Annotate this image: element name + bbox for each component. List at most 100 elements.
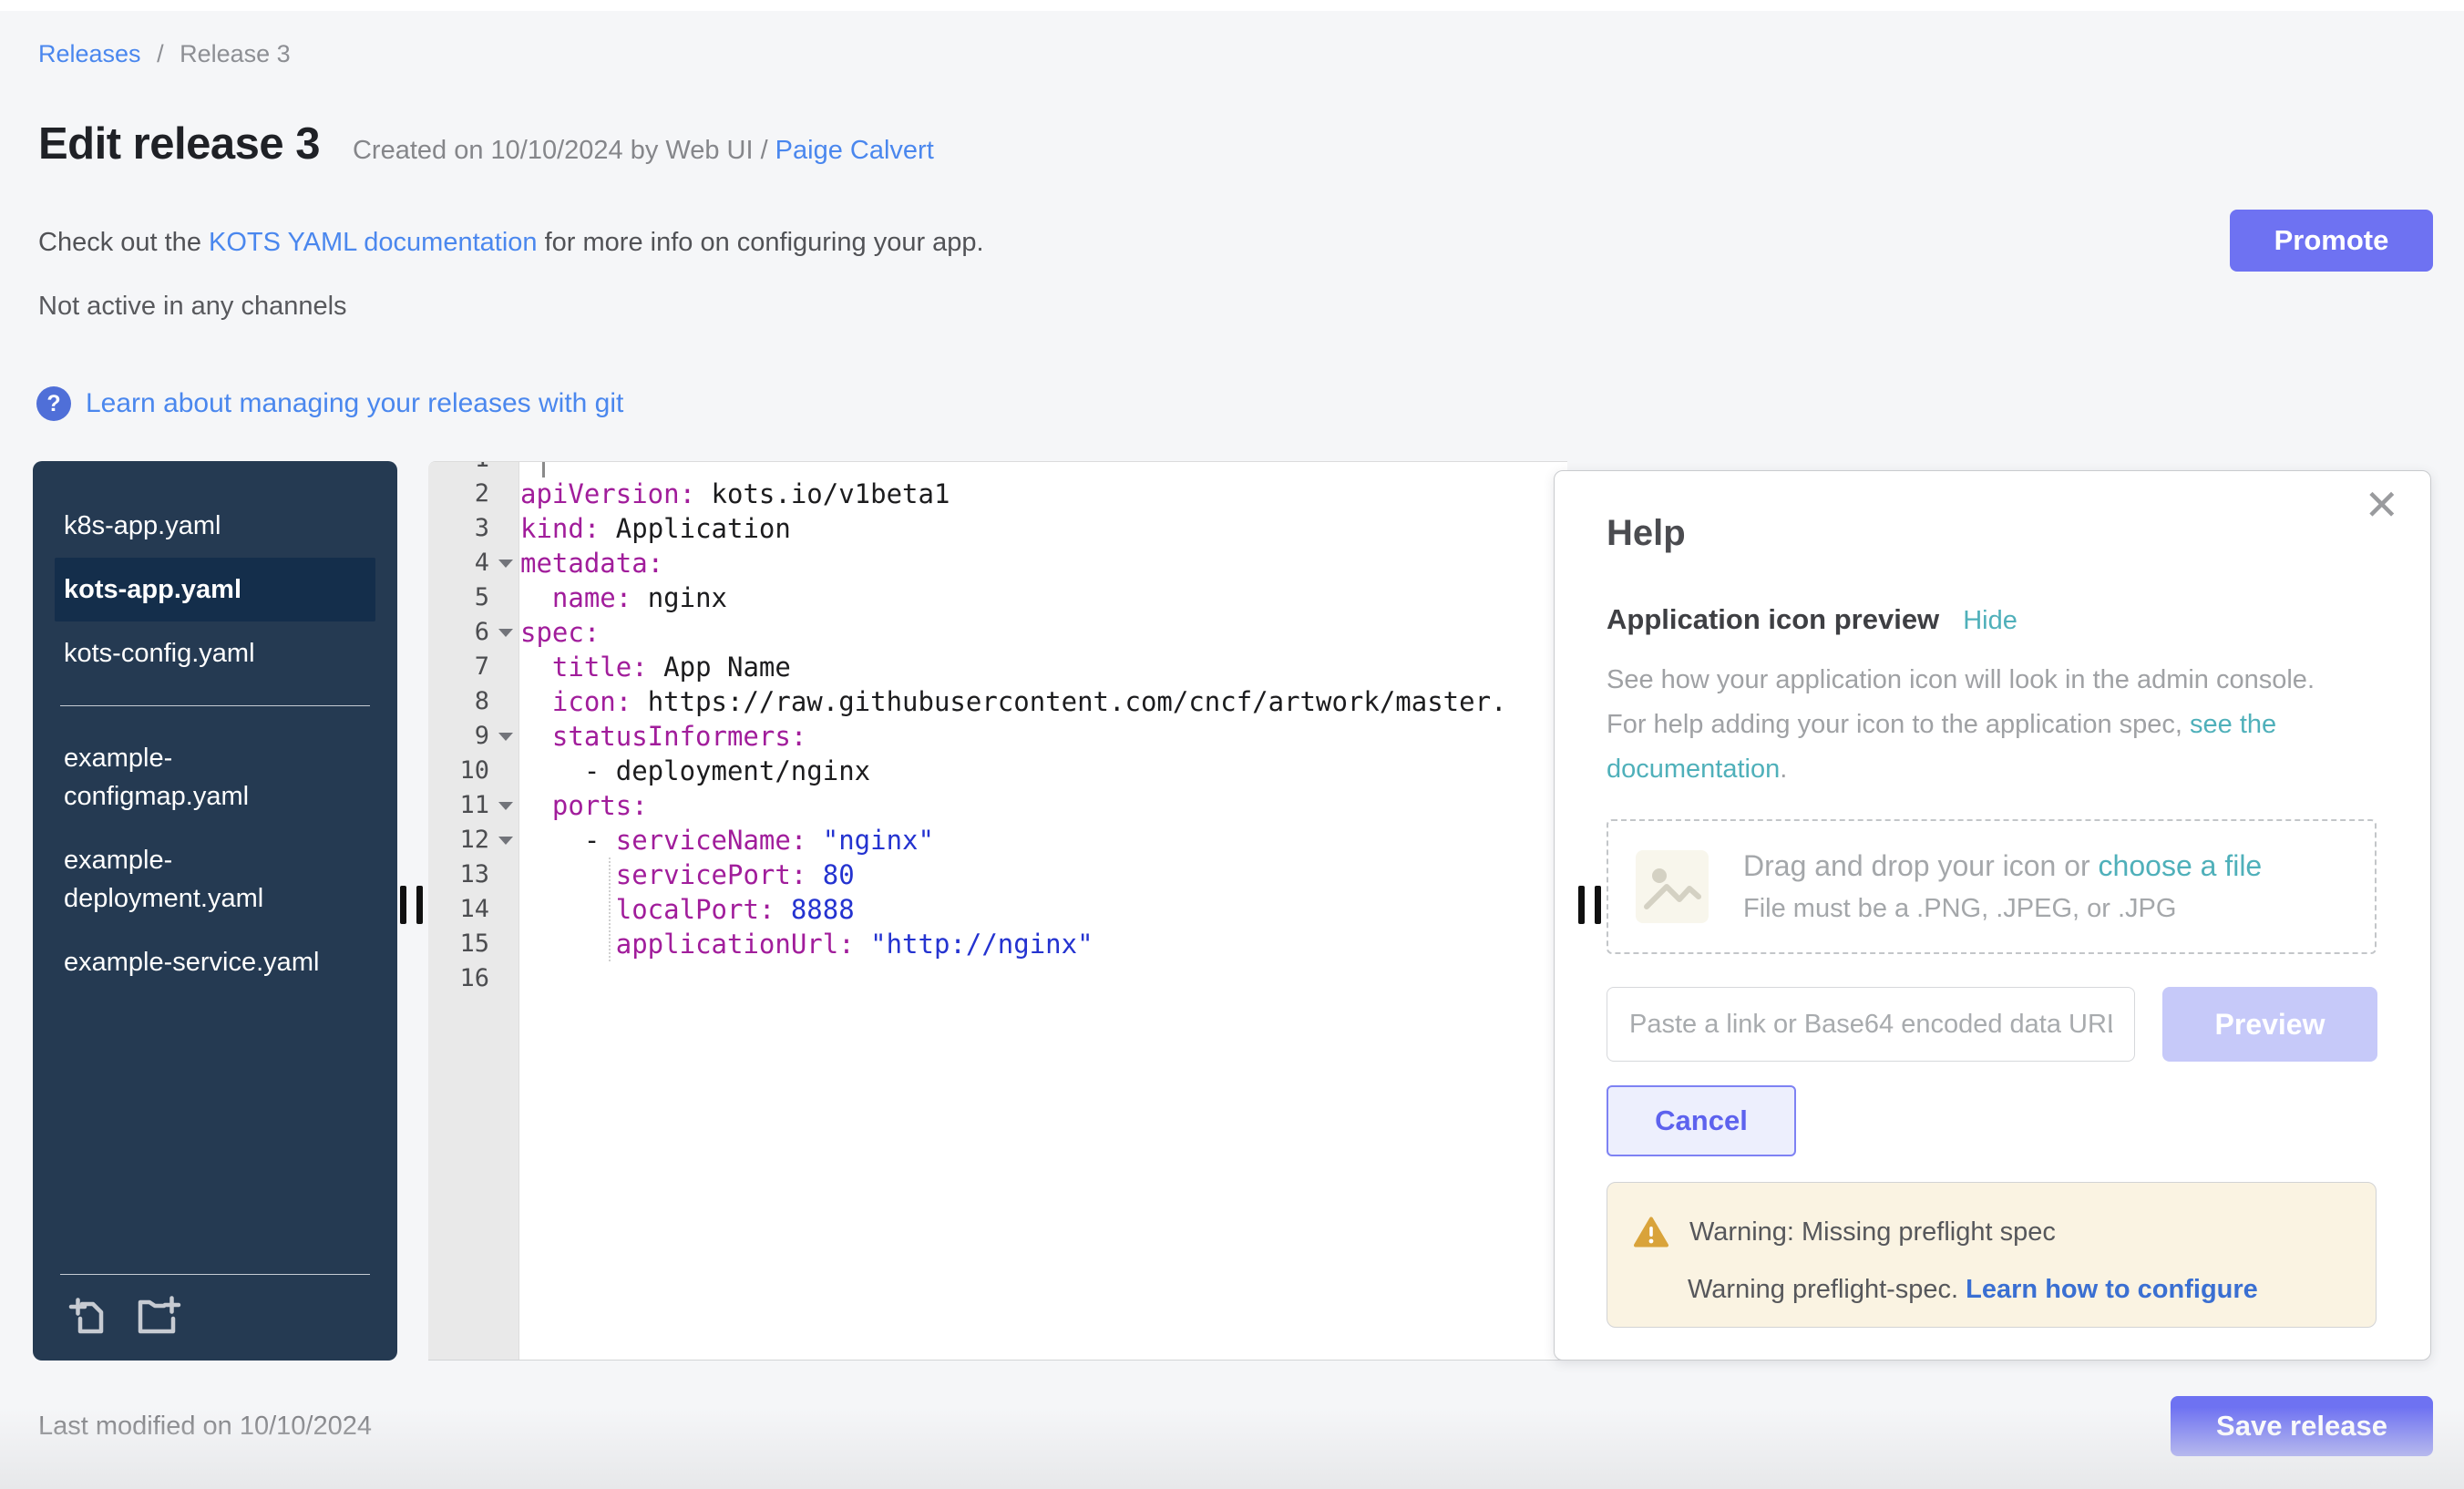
docs-line-before: Check out the (38, 228, 209, 257)
indent-guide (609, 857, 611, 961)
author-link[interactable]: Paige Calvert (775, 136, 934, 165)
file-list-divider (60, 705, 370, 706)
add-file-icon[interactable] (67, 1295, 111, 1339)
breadcrumb: Releases / Release 3 (38, 40, 291, 68)
code-line: name: nginx (520, 580, 1567, 615)
title-row: Edit release 3 Created on 10/10/2024 by … (38, 118, 934, 169)
icon-preview-description: See how your application icon will look … (1607, 658, 2325, 792)
last-modified-text: Last modified on 10/10/2024 (38, 1412, 372, 1442)
icon-url-row: Preview (1607, 987, 2377, 1062)
preflight-warning-box: Warning: Missing preflight spec Warning … (1607, 1182, 2377, 1328)
created-text: Created on 10/10/2024 by Web UI / (353, 136, 768, 165)
line-number: 3 (428, 511, 518, 546)
git-releases-link[interactable]: Learn about managing your releases with … (86, 388, 623, 419)
save-release-button[interactable]: Save release (2171, 1396, 2433, 1456)
file-item[interactable]: example-deployment.yaml (33, 828, 354, 930)
yaml-editor[interactable]: 12345678910111213141516 ---apiVersion: k… (428, 461, 1567, 1361)
panel-resize-handle-right[interactable] (1578, 886, 1601, 924)
icon-preview-section-head: Application icon preview Hide (1607, 603, 2377, 636)
code-line (520, 961, 1567, 996)
fold-arrow-icon[interactable] (498, 629, 513, 637)
git-help-row: ? Learn about managing your releases wit… (36, 386, 623, 421)
help-title: Help (1607, 513, 2377, 554)
line-number: 16 (428, 961, 518, 996)
choose-file-link[interactable]: choose a file (2099, 849, 2263, 882)
breadcrumb-separator: / (157, 40, 164, 67)
code-line: kind: Application (520, 511, 1567, 546)
warning-detail: Warning preflight-spec. Learn how to con… (1633, 1275, 2350, 1305)
help-panel: ✕ Help Application icon preview Hide See… (1554, 470, 2431, 1361)
line-number: 11 (428, 788, 518, 823)
close-icon[interactable]: ✕ (2364, 484, 2399, 526)
code-line: - deployment/nginx (520, 754, 1567, 788)
file-list: k8s-app.yamlkots-app.yamlkots-config.yam… (33, 461, 397, 994)
code-line: metadata: (520, 546, 1567, 580)
line-number: 7 (428, 650, 518, 684)
line-number: 10 (428, 754, 518, 788)
line-number: 14 (428, 892, 518, 927)
file-list-top: k8s-app.yamlkots-app.yamlkots-config.yam… (33, 494, 397, 685)
icon-dropzone[interactable]: Drag and drop your icon or choose a file… (1607, 819, 2377, 954)
sidebar-bottom (33, 1274, 397, 1361)
dropzone-line1: Drag and drop your icon or choose a file (1743, 849, 2262, 883)
learn-configure-link[interactable]: Learn how to configure (1966, 1275, 2258, 1304)
add-folder-icon[interactable] (137, 1295, 182, 1339)
line-number: 4 (428, 546, 518, 580)
edit-release-page: Releases / Release 3 Edit release 3 Crea… (0, 0, 2464, 1489)
kots-yaml-docs-link[interactable]: KOTS YAML documentation (209, 228, 538, 257)
sidebar-bottom-divider (60, 1274, 370, 1275)
file-item[interactable]: example-service.yaml (33, 930, 354, 994)
line-number: 6 (428, 615, 518, 650)
line-number: 12 (428, 823, 518, 857)
panel-resize-handle-left[interactable] (400, 886, 423, 924)
file-item[interactable]: k8s-app.yaml (33, 494, 354, 558)
file-list-bottom: example-configmap.yamlexample-deployment… (33, 726, 397, 994)
editor-code-area[interactable]: ---apiVersion: kots.io/v1beta1kind: Appl… (520, 462, 1567, 1360)
icon-url-input[interactable] (1607, 987, 2135, 1062)
docs-line-after: for more info on configuring your app. (538, 228, 984, 257)
code-line: servicePort: 80 (520, 857, 1567, 892)
editor-gutter: 12345678910111213141516 (428, 462, 519, 1360)
dropzone-line2: File must be a .PNG, .JPEG, or .JPG (1743, 894, 2262, 924)
code-line: - serviceName: "nginx" (520, 823, 1567, 857)
line-number: 15 (428, 927, 518, 961)
icon-preview-heading: Application icon preview (1607, 603, 1939, 636)
breadcrumb-current: Release 3 (180, 40, 291, 67)
line-number: 9 (428, 719, 518, 754)
code-line: title: App Name (520, 650, 1567, 684)
docs-line: Check out the KOTS YAML documentation fo… (38, 228, 984, 258)
code-line: applicationUrl: "http://nginx" (520, 927, 1567, 961)
code-line: localPort: 8888 (520, 892, 1567, 927)
file-item[interactable]: kots-app.yaml (55, 558, 375, 621)
code-line: apiVersion: kots.io/v1beta1 (520, 477, 1567, 511)
line-number: 8 (428, 684, 518, 719)
line-number: 1 (428, 462, 518, 477)
file-tree-sidebar: k8s-app.yamlkots-app.yamlkots-config.yam… (33, 461, 397, 1361)
preview-button[interactable]: Preview (2162, 987, 2377, 1062)
cancel-button[interactable]: Cancel (1607, 1085, 1796, 1156)
fold-arrow-icon[interactable] (498, 560, 513, 568)
file-item[interactable]: example-configmap.yaml (33, 726, 354, 828)
question-icon: ? (36, 386, 71, 421)
channels-status: Not active in any channels (38, 292, 347, 322)
breadcrumb-releases-link[interactable]: Releases (38, 40, 141, 67)
created-info: Created on 10/10/2024 by Web UI /Paige C… (353, 136, 934, 166)
promote-button[interactable]: Promote (2230, 210, 2433, 272)
hide-link[interactable]: Hide (1963, 606, 2017, 636)
line-number: 2 (428, 477, 518, 511)
image-placeholder-icon (1634, 848, 1710, 925)
sidebar-actions (60, 1295, 370, 1339)
fold-arrow-icon[interactable] (498, 837, 513, 845)
code-line: statusInformers: (520, 719, 1567, 754)
line-number: 5 (428, 580, 518, 615)
code-line: ports: (520, 788, 1567, 823)
fold-arrow-icon[interactable] (498, 802, 513, 810)
line-number: 13 (428, 857, 518, 892)
fold-arrow-icon[interactable] (498, 733, 513, 741)
editor-cursor (542, 462, 545, 478)
page-title: Edit release 3 (38, 118, 320, 169)
warning-title: Warning: Missing preflight spec (1689, 1217, 2056, 1248)
code-line: --- (520, 462, 1567, 477)
file-item[interactable]: kots-config.yaml (33, 621, 354, 685)
warning-icon (1633, 1216, 1669, 1249)
